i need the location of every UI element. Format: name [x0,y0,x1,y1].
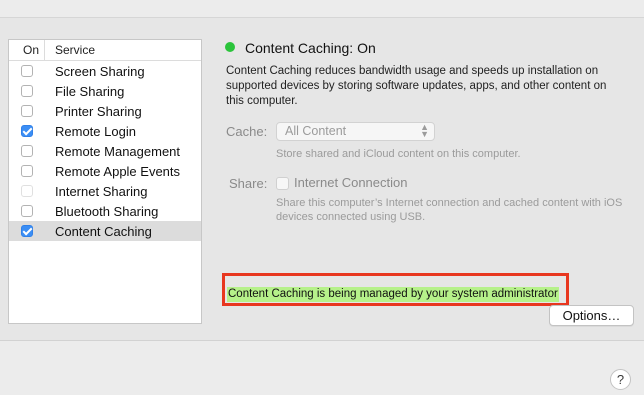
status-indicator-icon [225,42,235,52]
column-header-on[interactable]: On [9,40,45,60]
service-label: Bluetooth Sharing [55,203,159,219]
footer-bar [0,341,644,395]
service-checkbox[interactable] [21,105,33,117]
checkbox-cell [9,165,45,177]
checkbox-cell [9,205,45,217]
checkbox-cell [9,85,45,97]
service-row[interactable]: Internet Sharing [9,181,201,201]
service-row[interactable]: Content Caching [9,221,201,241]
service-row[interactable]: Screen Sharing [9,61,201,81]
service-checkbox[interactable] [21,85,33,97]
service-rows: Screen Sharing File Sharing Printer Sharin… [9,61,201,241]
cache-select[interactable]: All Content ▲ ▼ [276,122,435,141]
service-checkbox[interactable] [21,65,33,77]
managed-notice: Content Caching is being managed by your… [227,287,559,302]
internet-connection-checkbox[interactable] [276,177,289,190]
service-label: Remote Management [55,143,181,159]
service-checkbox[interactable] [21,145,33,157]
service-checkbox[interactable] [21,225,33,237]
cache-select-value: All Content [285,124,347,138]
description-text: Content Caching reduces bandwidth usage … [226,65,607,107]
service-label: Printer Sharing [55,103,142,119]
service-label: Remote Login [55,123,136,139]
column-header-service[interactable]: Service [45,43,95,57]
service-label: Remote Apple Events [55,163,181,179]
updown-chevron-icon: ▲ ▼ [420,122,429,139]
service-checkbox[interactable] [21,165,33,177]
service-list: On Service Screen Sharing File Sharing Pri… [8,39,202,324]
list-header: On Service [9,40,201,61]
checkbox-cell [9,225,45,237]
checkbox-cell [9,185,45,197]
service-label: Internet Sharing [55,183,148,199]
service-label: Content Caching [55,223,152,239]
service-checkbox[interactable] [21,125,33,137]
internet-connection-label: Internet Connection [294,175,408,190]
checkbox-cell [9,145,45,157]
service-row[interactable]: Remote Login [9,121,201,141]
service-row[interactable]: Remote Apple Events [9,161,201,181]
service-row[interactable]: File Sharing [9,81,201,101]
options-button[interactable]: Options… [549,305,634,326]
share-label: Share: [229,176,268,191]
service-row[interactable]: Remote Management [9,141,201,161]
checkbox-cell [9,105,45,117]
cache-label: Cache: [226,124,268,139]
checkbox-cell [9,65,45,77]
help-icon[interactable]: ? [610,369,631,390]
service-row[interactable]: Bluetooth Sharing [9,201,201,221]
toolbar-strip [0,0,644,18]
service-label: Screen Sharing [55,63,145,79]
service-checkbox [21,185,33,197]
share-hint: Share this computer’s Internet connectio… [276,197,623,223]
service-row[interactable]: Printer Sharing [9,101,201,121]
service-label: File Sharing [55,83,125,99]
checkbox-cell [9,125,45,137]
status-title: Content Caching: On [245,40,376,56]
service-checkbox[interactable] [21,205,33,217]
cache-hint: Store shared and iCloud content on this … [276,148,521,160]
